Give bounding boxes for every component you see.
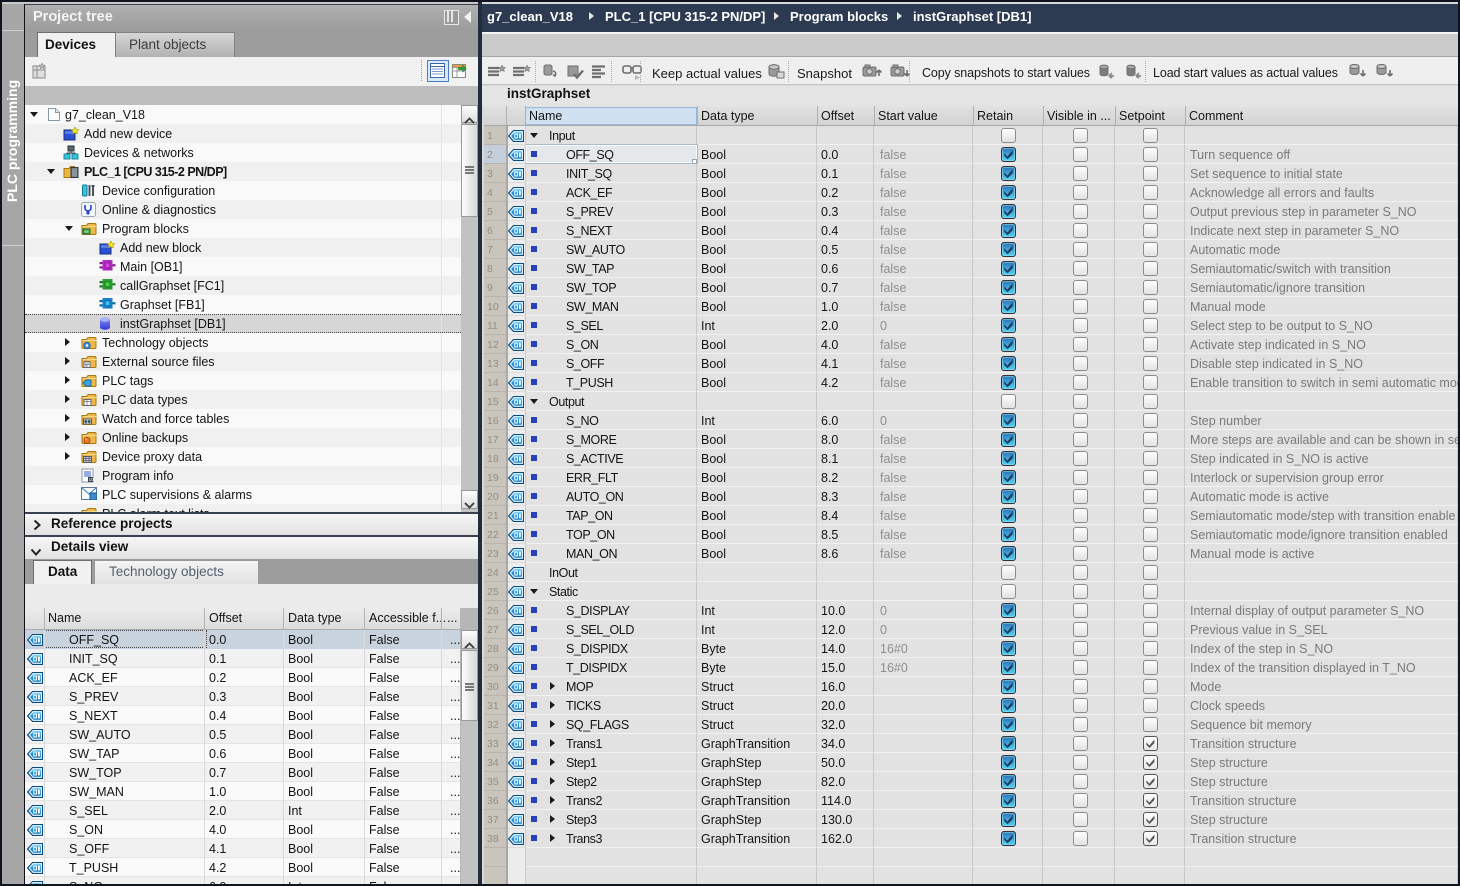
svg-text:10: 10 (89, 477, 95, 482)
